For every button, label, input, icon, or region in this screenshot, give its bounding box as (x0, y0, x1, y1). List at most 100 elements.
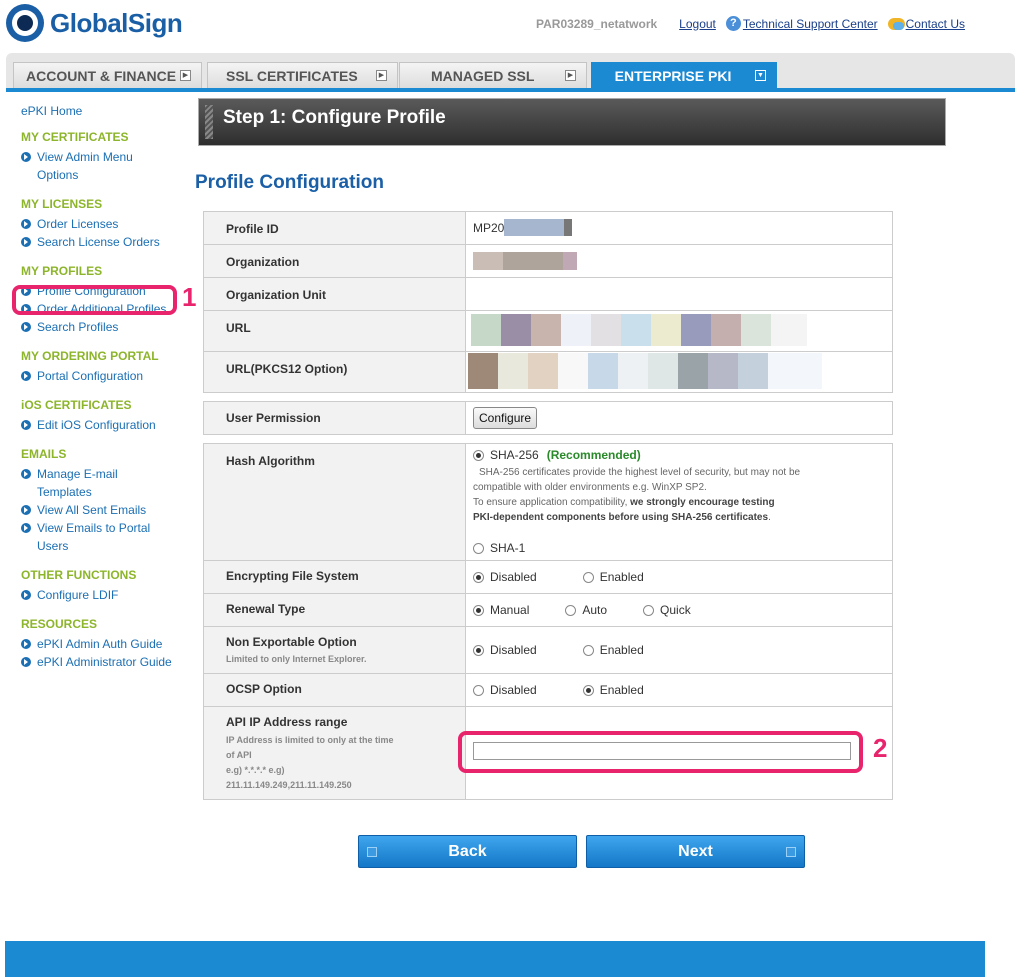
table-row: Renewal Type Manual Auto Quick (203, 593, 893, 627)
next-arrow-icon (786, 847, 796, 857)
renewal-auto-radio[interactable] (565, 604, 577, 616)
table-row: Organization Unit (203, 277, 893, 311)
table-row: User Permission Configure (203, 401, 893, 435)
next-button[interactable]: Next (586, 835, 805, 868)
org-unit-label: Organization Unit (203, 277, 466, 311)
user-permission-value: Configure (465, 401, 893, 435)
non-exportable-sublabel: Limited to only Internet Explorer. (226, 654, 367, 664)
step-banner: Step 1: Configure Profile (198, 98, 946, 146)
non-exportable-value: Disabled Enabled (465, 626, 893, 674)
sidebar-item-search-profiles[interactable]: Search Profiles (21, 318, 191, 336)
contact-link[interactable]: Contact Us (906, 17, 965, 31)
back-arrow-icon (367, 847, 377, 857)
main-tab-bar: ACCOUNT & FINANCE ▶ SSL CERTIFICATES ▶ M… (6, 53, 1015, 89)
arrow-bullet-icon (21, 237, 31, 247)
organization-label: Organization (203, 244, 466, 278)
annotation-number-2: 2 (873, 733, 888, 763)
tab-label: ACCOUNT & FINANCE (26, 68, 177, 84)
efs-disabled-radio[interactable] (473, 571, 484, 583)
sidebar-epki-home[interactable]: ePKI Home (21, 104, 191, 118)
tab-label: MANAGED SSL (431, 68, 535, 84)
back-button[interactable]: Back (358, 835, 577, 868)
sidebar-item-edit-ios-configuration[interactable]: Edit iOS Configuration (21, 416, 191, 434)
highlight-box-2 (458, 731, 863, 773)
tab-account-finance[interactable]: ACCOUNT & FINANCE ▶ (13, 62, 202, 89)
arrow-bullet-icon (21, 505, 31, 515)
sidebar-heading: OTHER FUNCTIONS (21, 568, 137, 582)
tab-managed-ssl[interactable]: MANAGED SSL ▶ (399, 62, 587, 89)
efs-enabled-radio[interactable] (582, 571, 594, 583)
user-permission-label: User Permission (203, 401, 466, 435)
api-ip-label: API IP Address range IP Address is limit… (203, 706, 466, 800)
sidebar-heading: iOS CERTIFICATES (21, 398, 132, 412)
sidebar-item-view-emails-to-portal-users[interactable]: View Emails to Portal Users (21, 519, 191, 555)
arrow-bullet-icon (21, 322, 31, 332)
sha256-radio[interactable] (473, 449, 484, 461)
ocsp-enabled-radio[interactable] (582, 684, 594, 696)
sidebar-group-licenses: MY LICENSES Order Licenses Search Licens… (21, 197, 191, 251)
sidebar-item-view-all-sent-emails[interactable]: View All Sent Emails (21, 501, 191, 519)
tab-arrow-icon: ▶ (180, 70, 191, 81)
sha256-option[interactable]: SHA-256 (Recommended) (473, 448, 892, 462)
organization-value (465, 244, 893, 278)
url-value (465, 310, 893, 352)
efs-label: Encrypting File System (203, 560, 466, 594)
user-permission-table: User Permission Configure (203, 401, 893, 435)
globalsign-logo[interactable]: GlobalSign (6, 2, 183, 44)
sidebar-group-ordering-portal: MY ORDERING PORTAL Portal Configuration (21, 349, 191, 385)
sha1-radio[interactable] (473, 542, 484, 554)
sidebar-heading: MY CERTIFICATES (21, 130, 129, 144)
sidebar-group-certificates: MY CERTIFICATES View Admin Menu Options (21, 130, 191, 184)
renewal-type-label: Renewal Type (203, 593, 466, 627)
sidebar-item-manage-email-templates[interactable]: Manage E-mail Templates (21, 465, 191, 501)
sidebar-item-order-licenses[interactable]: Order Licenses (21, 215, 191, 233)
sha256-note: SHA-256 certificates provide the highest… (473, 467, 801, 523)
table-row: Encrypting File System Disabled Enabled (203, 560, 893, 594)
footer-bar (5, 941, 985, 977)
sidebar-item-view-admin-menu[interactable]: View Admin Menu Options (21, 148, 191, 184)
table-row: Hash Algorithm SHA-256 (Recommended) SHA… (203, 443, 893, 561)
arrow-bullet-icon (21, 219, 31, 229)
tab-underline (6, 88, 1015, 92)
sidebar-item-epki-admin-auth-guide[interactable]: ePKI Admin Auth Guide (21, 635, 191, 653)
tab-arrow-icon: ▶ (565, 70, 576, 81)
tab-enterprise-pki[interactable]: ENTERPRISE PKI ▼ (591, 62, 777, 89)
arrow-bullet-icon (21, 523, 31, 533)
sidebar-item-search-license-orders[interactable]: Search License Orders (21, 233, 191, 251)
table-row: Profile ID MP20 (203, 211, 893, 245)
sidebar-group-ios: iOS CERTIFICATES Edit iOS Configuration (21, 398, 191, 434)
profile-id-label: Profile ID (203, 211, 466, 245)
sidebar-group-resources: RESOURCES ePKI Admin Auth Guide ePKI Adm… (21, 617, 191, 671)
url-pkcs12-label: URL(PKCS12 Option) (203, 351, 466, 393)
renewal-quick-radio[interactable] (643, 604, 655, 616)
ocsp-disabled-radio[interactable] (473, 684, 484, 696)
annotation-number-1: 1 (182, 282, 197, 312)
account-id: PAR03289_netatwork (536, 16, 658, 31)
sidebar-heading: MY PROFILES (21, 264, 103, 278)
tab-label: ENTERPRISE PKI (614, 68, 732, 84)
nonexport-enabled-radio[interactable] (582, 644, 594, 656)
nonexport-disabled-radio[interactable] (473, 644, 484, 656)
table-row: URL (203, 310, 893, 352)
configure-button[interactable]: Configure (473, 407, 538, 429)
sidebar-item-configure-ldif[interactable]: Configure LDIF (21, 586, 191, 604)
sidebar-heading: MY LICENSES (21, 197, 103, 211)
tab-ssl-certificates[interactable]: SSL CERTIFICATES ▶ (207, 62, 398, 89)
support-link[interactable]: Technical Support Center (743, 17, 878, 31)
sha1-option[interactable]: SHA-1 (473, 541, 892, 555)
table-row: OCSP Option Disabled Enabled (203, 673, 893, 707)
globalsign-eye-icon (6, 4, 44, 42)
sidebar-item-portal-configuration[interactable]: Portal Configuration (21, 367, 191, 385)
arrow-bullet-icon (21, 469, 31, 479)
sidebar-item-epki-administrator-guide[interactable]: ePKI Administrator Guide (21, 653, 191, 671)
api-ip-sublabel: IP Address is limited to only at the tim… (226, 735, 394, 790)
hash-algorithm-label: Hash Algorithm (203, 443, 466, 561)
logout-link[interactable]: Logout (679, 17, 716, 31)
renewal-manual-radio[interactable] (473, 604, 484, 616)
non-exportable-label: Non Exportable Option Limited to only In… (203, 626, 466, 674)
page-title: Profile Configuration (195, 172, 384, 193)
recommended-label: (Recommended) (546, 448, 641, 462)
sidebar-heading: RESOURCES (21, 617, 98, 631)
ocsp-label: OCSP Option (203, 673, 466, 707)
arrow-bullet-icon (21, 152, 31, 162)
